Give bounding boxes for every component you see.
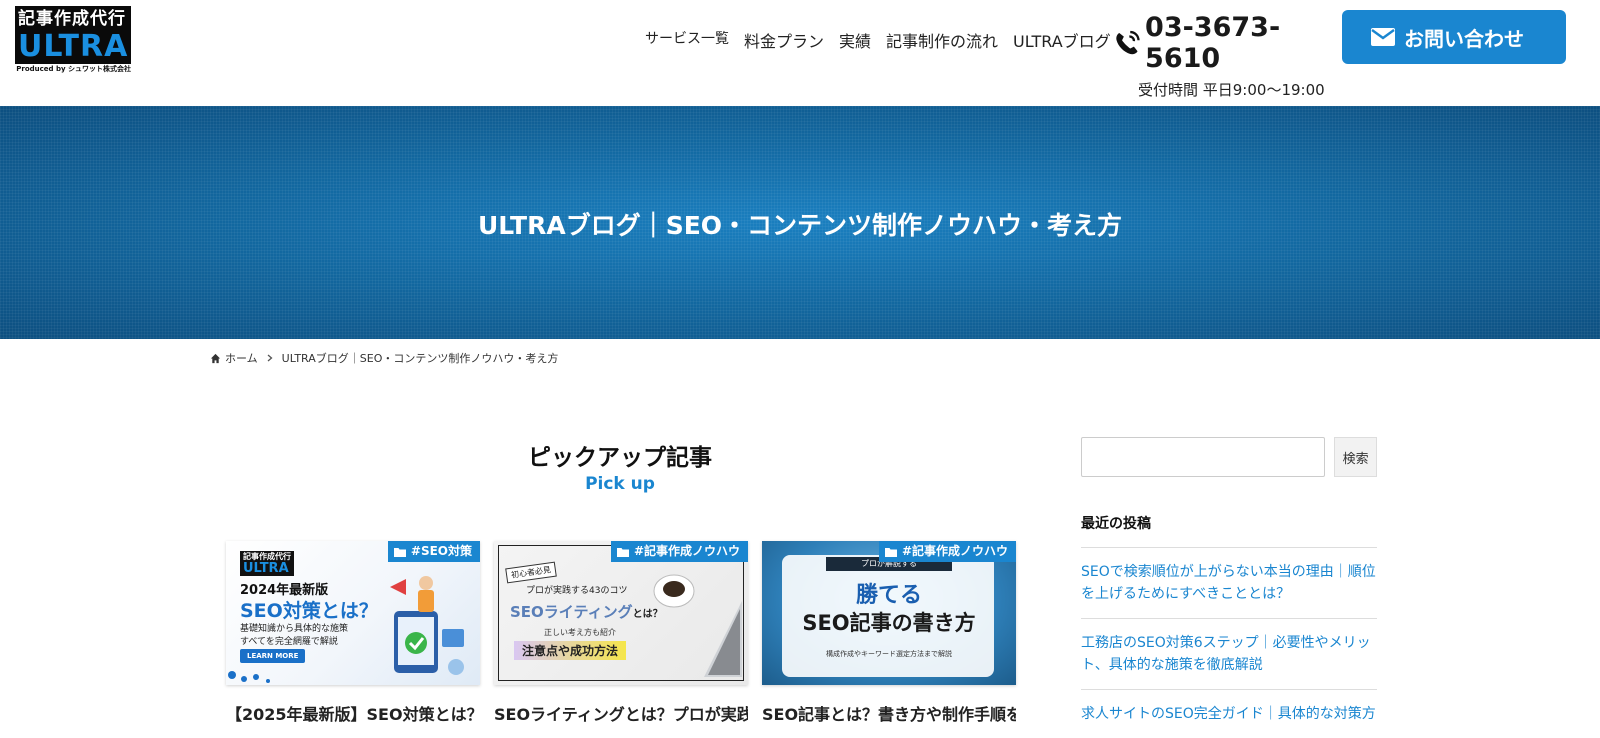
card-title[interactable]: SEO記事とは？書き方や制作手順を	[762, 701, 1016, 725]
nav-results[interactable]: 実績	[839, 28, 871, 52]
breadcrumb: ホーム ULTRAブログ｜SEO・コンテンツ制作ノウハウ・考え方	[210, 350, 558, 366]
laptop-coffee-illustration	[653, 574, 742, 677]
search-form: 検索	[1081, 437, 1377, 477]
contact-button[interactable]: お問い合わせ	[1342, 10, 1566, 64]
thumb-logo-main: ULTRA	[243, 561, 289, 576]
person-phone-illustration	[390, 576, 464, 675]
business-hours: 受付時間 平日9:00〜19:00	[1138, 81, 1325, 99]
main-nav: サービス一覧 料金プラン 実績 記事制作の流れ ULTRAブログ	[645, 28, 1126, 52]
pickup-heading: ピックアップ記事	[528, 445, 712, 471]
thumb-logo: 記事作成代行 ULTRA	[240, 551, 294, 576]
decorative-dots	[228, 671, 270, 683]
search-input[interactable]	[1081, 437, 1326, 477]
logo-sub-text: Produced by シュワット株式会社	[16, 65, 131, 73]
pickup-subheading: Pick up	[585, 474, 655, 494]
phone-contact: 03-3673-5610 受付時間 平日9:00〜19:00	[1112, 12, 1337, 100]
folder-icon	[393, 547, 406, 557]
card-thumbnail[interactable]: #SEO対策 記事作成代行 ULTRA 2024年最新版 SEO対策とは？ 基礎…	[226, 541, 480, 685]
thumb-text: 基礎知識から具体的な施策	[240, 624, 349, 634]
breadcrumb-current: ULTRAブログ｜SEO・コンテンツ制作ノウハウ・考え方	[281, 352, 559, 365]
nav-pricing[interactable]: 料金プラン	[744, 28, 824, 52]
category-tag-label: #記事作成ノウハウ	[633, 544, 740, 558]
logo-top-text: 記事作成代行	[15, 6, 131, 30]
thumb-highlight-text: 注意点や成功方法	[514, 641, 627, 660]
category-tag-label: #SEO対策	[410, 544, 472, 558]
card-title[interactable]: 【2025年最新版】SEO対策とは？	[226, 701, 480, 725]
thumb-text: プロが実践する43のコツ	[526, 586, 628, 596]
hero-banner: ULTRAブログ｜SEO・コンテンツ制作ノウハウ・考え方	[0, 106, 1600, 339]
logo-main-text: ULTRA	[15, 30, 131, 64]
card-thumbnail[interactable]: #記事作成ノウハウ プロが解説する 勝てる SEO記事の書き方 構成作成やキーワ…	[762, 541, 1016, 685]
phone-number[interactable]: 03-3673-5610	[1145, 12, 1337, 74]
site-header: 記事作成代行 ULTRA Produced by シュワット株式会社 サービス一…	[0, 0, 1600, 106]
card-thumbnail[interactable]: #記事作成ノウハウ 初心者必見 プロが実践する43のコツ SEOライティングとは…	[494, 541, 748, 685]
thumb-headline-main: SEOライティング	[510, 603, 633, 621]
breadcrumb-home[interactable]: ホーム	[210, 350, 258, 366]
pickup-card-3[interactable]: #記事作成ノウハウ プロが解説する 勝てる SEO記事の書き方 構成作成やキーワ…	[762, 541, 1016, 725]
thumb-headline: SEO記事の書き方	[802, 611, 976, 635]
home-icon	[210, 353, 221, 363]
nav-services[interactable]: サービス一覧	[645, 28, 729, 48]
thumb-headline: SEO対策とは？	[240, 600, 378, 622]
category-tag[interactable]: #記事作成ノウハウ	[610, 541, 748, 562]
category-tag-label: #記事作成ノウハウ	[901, 544, 1008, 558]
folder-icon	[616, 547, 629, 557]
sidebar: 検索 最近の投稿 SEOで検索順位が上がらない本当の理由｜順位を上げるためにすべ…	[1081, 437, 1377, 738]
category-tag[interactable]: #記事作成ノウハウ	[878, 541, 1016, 562]
thumb-text: 構成作成やキーワード選定方法まで解説	[826, 650, 952, 658]
recent-posts-heading: 最近の投稿	[1081, 513, 1377, 548]
breadcrumb-home-label: ホーム	[225, 352, 258, 365]
nav-flow[interactable]: 記事制作の流れ	[886, 28, 998, 52]
category-tag[interactable]: #SEO対策	[387, 541, 480, 562]
thumb-text: すべてを完全網羅で解説	[240, 637, 338, 647]
chevron-right-icon	[267, 354, 273, 362]
folder-icon	[884, 547, 897, 557]
pickup-card-2[interactable]: #記事作成ノウハウ 初心者必見 プロが実践する43のコツ SEOライティングとは…	[494, 541, 748, 725]
contact-button-label: お問い合わせ	[1404, 26, 1524, 51]
thumb-text: 正しい考え方も紹介	[544, 628, 616, 637]
pickup-card-1[interactable]: #SEO対策 記事作成代行 ULTRA 2024年最新版 SEO対策とは？ 基礎…	[226, 541, 480, 725]
site-logo[interactable]: 記事作成代行 ULTRA Produced by シュワット株式会社	[15, 6, 131, 78]
recent-post-link[interactable]: 工務店のSEO対策6ステップ｜必要性やメリット、具体的な施策を徹底解説	[1081, 619, 1377, 690]
thumb-headline: 勝てる	[855, 583, 922, 608]
page-title: ULTRAブログ｜SEO・コンテンツ制作ノウハウ・考え方	[477, 211, 1123, 240]
mail-icon	[1371, 28, 1395, 46]
recent-post-link[interactable]: 求人サイトのSEO完全ガイド｜具体的な対策方	[1081, 690, 1377, 738]
card-title[interactable]: SEOライティングとは？プロが実践	[494, 701, 748, 725]
thumb-headline: SEOライティングとは？	[510, 601, 663, 622]
nav-blog[interactable]: ULTRAブログ	[1013, 28, 1111, 52]
phone-icon	[1116, 30, 1140, 55]
recent-post-link[interactable]: SEOで検索順位が上がらない本当の理由｜順位を上げるためにすべきこととは？	[1081, 548, 1377, 619]
search-button[interactable]: 検索	[1334, 437, 1377, 477]
